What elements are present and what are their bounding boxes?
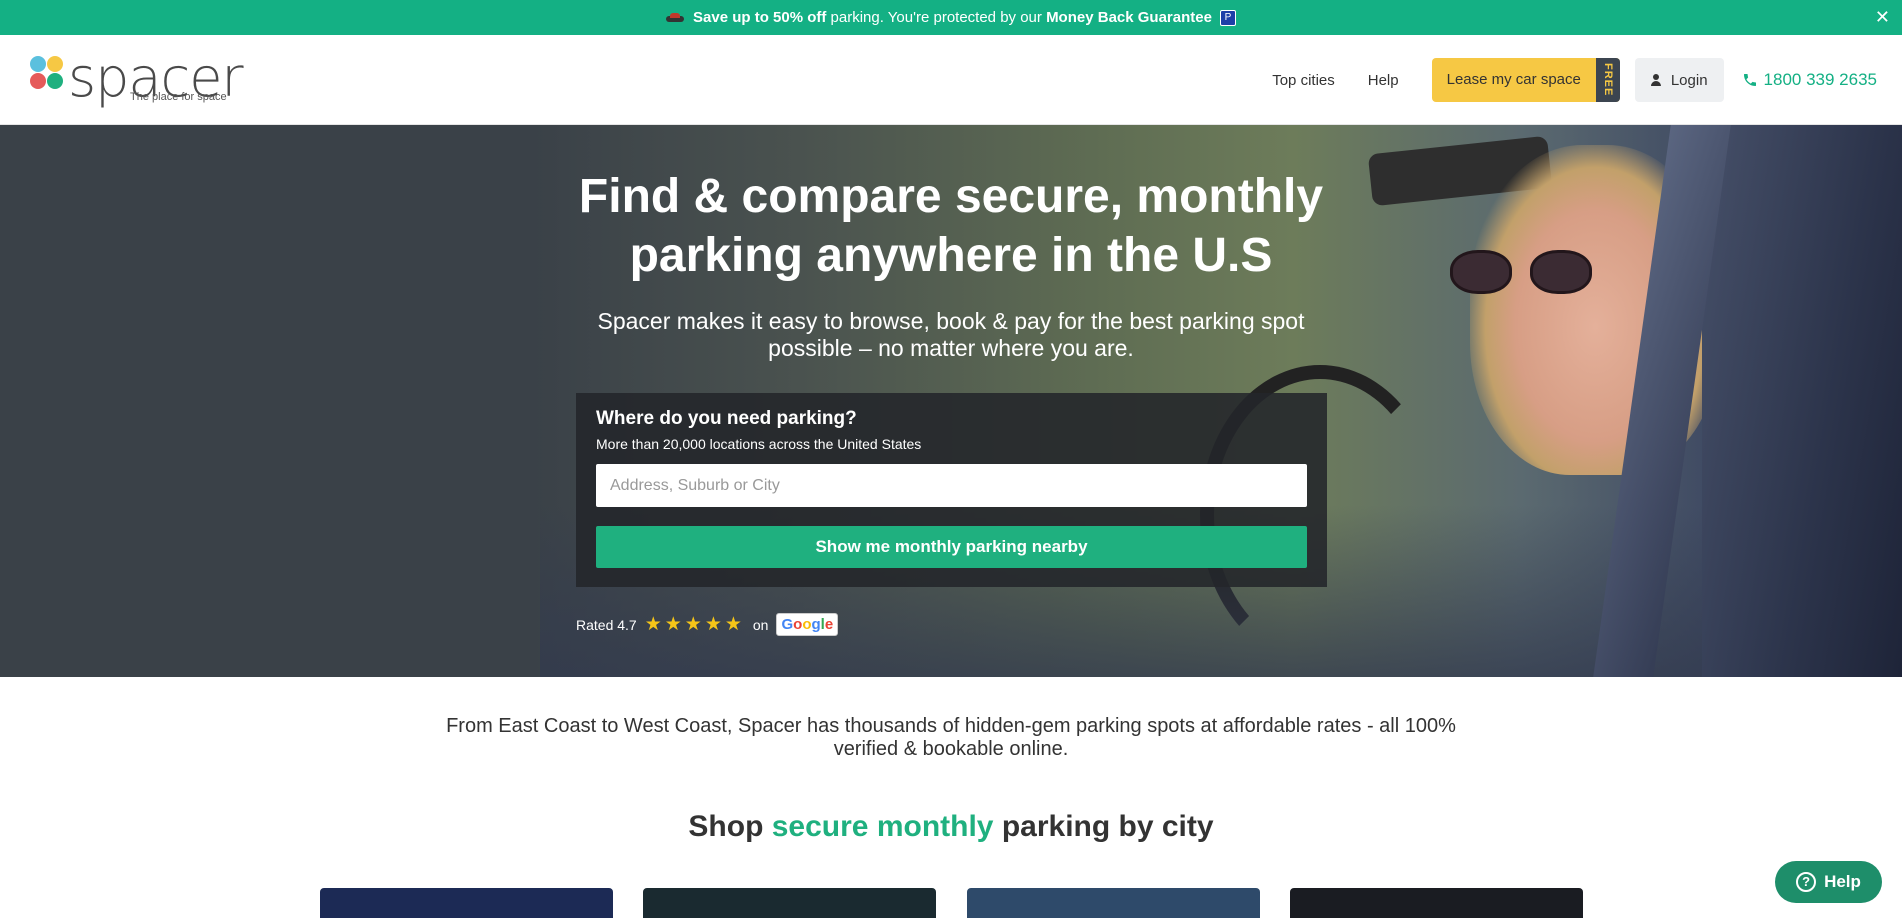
google-logo: Google: [776, 613, 839, 636]
close-icon[interactable]: ✕: [1875, 7, 1890, 28]
hero-subtitle: Spacer makes it easy to browse, book & p…: [597, 308, 1305, 361]
logo-tagline: The place for space: [130, 91, 227, 103]
login-label: Login: [1670, 71, 1708, 89]
parking-search-panel: Where do you need parking? More than 20,…: [576, 393, 1327, 587]
phone-icon: [1743, 74, 1756, 86]
city-card[interactable]: [320, 888, 613, 918]
hero-image-car-door: [1702, 125, 1902, 677]
promo-discount: Save up to 50% off: [693, 9, 827, 26]
google-rating: Rated 4.7 ★★★★★ on Google: [576, 613, 839, 636]
rating-on: on: [752, 616, 769, 633]
spacer-logo[interactable]: spacer The place for space: [30, 46, 244, 109]
phone-link[interactable]: 1800 339 2635: [1742, 70, 1877, 90]
show-parking-button[interactable]: Show me monthly parking nearby: [596, 526, 1307, 568]
city-card[interactable]: [1290, 888, 1583, 918]
phone-number: 1800 339 2635: [1763, 70, 1877, 89]
intro-blurb: From East Coast to West Coast, Spacer ha…: [446, 715, 1456, 760]
hero-title: Find & compare secure, monthly parking a…: [578, 170, 1324, 282]
city-card[interactable]: [643, 888, 936, 918]
shop-by-city-heading: Shop secure monthly parking by city: [688, 810, 1214, 843]
hero-section: Find & compare secure, monthly parking a…: [0, 125, 1902, 677]
help-widget-button[interactable]: ? Help: [1775, 861, 1882, 903]
logo-dots-icon: [30, 56, 66, 92]
lease-car-space-button[interactable]: Lease my car space FREE: [1431, 58, 1620, 102]
address-search-input[interactable]: [596, 464, 1307, 507]
car-icon: [666, 12, 685, 23]
help-widget-label: Help: [1824, 872, 1861, 891]
search-subtext: More than 20,000 locations across the Un…: [596, 436, 922, 452]
login-button[interactable]: Login: [1634, 58, 1724, 102]
search-question: Where do you need parking?: [596, 408, 857, 429]
promo-guarantee: Money Back Guarantee: [1046, 9, 1212, 26]
rating-label: Rated 4.7: [576, 616, 637, 633]
nav-top-cities[interactable]: Top cities: [1272, 72, 1335, 89]
shop-highlight: secure monthly: [771, 810, 994, 843]
city-card[interactable]: [967, 888, 1260, 918]
nav-help[interactable]: Help: [1368, 72, 1399, 89]
user-icon: [1650, 74, 1661, 86]
star-rating-icon: ★★★★★: [644, 614, 745, 635]
lease-button-label: Lease my car space: [1446, 71, 1581, 88]
parking-badge-icon: P: [1219, 9, 1236, 26]
main-nav: Top cities Help Lease my car space FREE …: [1272, 58, 1877, 102]
hero-image-sunglasses: [1450, 250, 1600, 298]
site-header: spacer The place for space Top cities He…: [0, 35, 1902, 125]
promo-text: parking. You're protected by our: [826, 9, 1047, 26]
promo-banner: Save up to 50% off parking. You're prote…: [0, 0, 1902, 35]
free-badge: FREE: [1595, 58, 1620, 102]
help-icon: ?: [1796, 872, 1817, 892]
